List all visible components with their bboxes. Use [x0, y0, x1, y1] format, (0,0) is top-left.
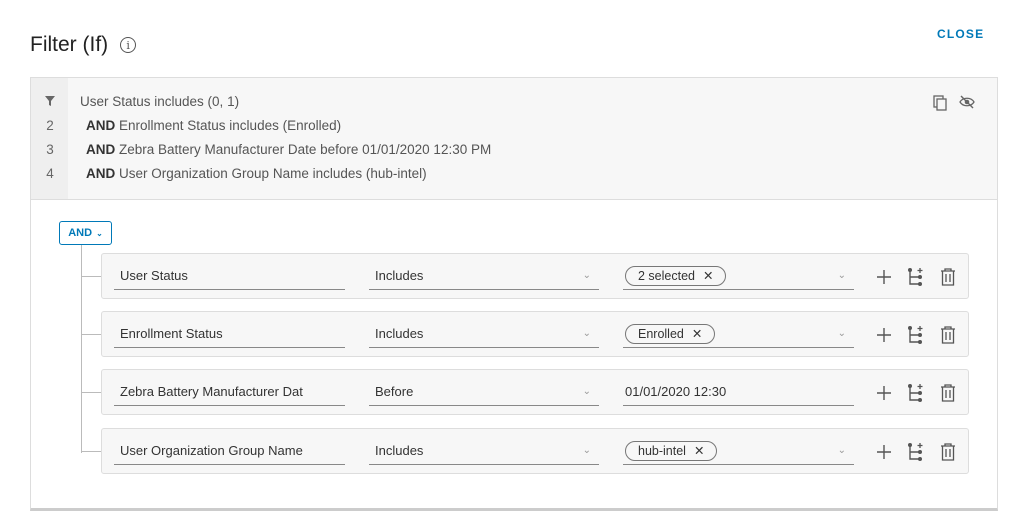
logic-operator-dropdown[interactable]: AND ⌄	[59, 221, 112, 245]
add-icon[interactable]	[874, 324, 894, 346]
attribute-input[interactable]: Zebra Battery Manufacturer Dat	[114, 380, 345, 406]
operator-value: Includes	[375, 268, 424, 283]
summary-text: User Organization Group Name includes (h…	[115, 166, 427, 181]
chevron-down-icon: ⌄	[837, 328, 846, 339]
and-keyword: AND	[86, 142, 116, 157]
info-icon[interactable]: i	[120, 37, 137, 53]
operator-label: AND	[68, 227, 93, 239]
chevron-down-icon: ⌄	[96, 228, 103, 238]
add-icon[interactable]	[874, 382, 894, 404]
attribute-input[interactable]: User Organization Group Name	[114, 439, 345, 465]
chip-label: Enrolled	[638, 327, 684, 341]
operator-select[interactable]: Includes ⌄	[369, 264, 599, 290]
line-number: 3	[46, 142, 54, 157]
copy-icon[interactable]	[933, 95, 947, 116]
value-chip: hub-intel ✕	[625, 441, 718, 461]
and-keyword: AND	[86, 118, 116, 133]
trash-icon[interactable]	[938, 441, 958, 463]
attribute-input[interactable]: Enrollment Status	[114, 322, 345, 348]
filter-summary: User Status includes (0, 1) 2 AND Enroll…	[31, 78, 997, 200]
close-button[interactable]: CLOSE	[937, 27, 984, 41]
chevron-down-icon: ⌄	[837, 270, 846, 281]
chevron-down-icon: ⌄	[582, 445, 591, 456]
tree-connector	[81, 451, 101, 452]
value-input[interactable]: hub-intel ✕ ⌄	[623, 439, 854, 465]
summary-text: User Status includes (0, 1)	[80, 94, 240, 109]
value-chip: 2 selected ✕	[625, 266, 727, 286]
add-nested-rule-icon[interactable]	[906, 441, 926, 463]
tree-connector	[81, 276, 101, 277]
rule-row: Enrollment Status Includes ⌄ Enrolled ✕ ⌄	[101, 311, 969, 357]
operator-value: Includes	[375, 326, 424, 341]
trash-icon[interactable]	[938, 382, 958, 404]
add-nested-rule-icon[interactable]	[906, 324, 926, 346]
filter-icon	[45, 92, 55, 112]
rule-row: User Status Includes ⌄ 2 selected ✕ ⌄	[101, 253, 969, 299]
chevron-down-icon: ⌄	[582, 270, 591, 281]
add-nested-rule-icon[interactable]	[906, 382, 926, 404]
operator-select[interactable]: Includes ⌄	[369, 322, 599, 348]
add-nested-rule-icon[interactable]	[906, 266, 926, 288]
filter-panel: User Status includes (0, 1) 2 AND Enroll…	[30, 77, 998, 511]
chevron-down-icon: ⌄	[837, 445, 846, 456]
attribute-input[interactable]: User Status	[114, 264, 345, 290]
chevron-down-icon: ⌄	[582, 328, 591, 339]
add-icon[interactable]	[874, 266, 894, 288]
value-input[interactable]: Enrolled ✕ ⌄	[623, 322, 854, 348]
summary-text: Enrollment Status includes (Enrolled)	[115, 118, 342, 133]
operator-select[interactable]: Includes ⌄	[369, 439, 599, 465]
chevron-down-icon: ⌄	[582, 386, 591, 397]
add-icon[interactable]	[874, 441, 894, 463]
tree-connector	[81, 334, 101, 335]
value-input[interactable]: 01/01/2020 12:30	[623, 380, 854, 406]
rule-row: User Organization Group Name Includes ⌄ h…	[101, 428, 969, 474]
and-keyword: AND	[86, 166, 116, 181]
value-text: 01/01/2020 12:30	[625, 384, 727, 399]
title-text: Filter (If)	[30, 33, 109, 56]
operator-value: Includes	[375, 443, 424, 458]
chip-label: hub-intel	[638, 444, 686, 458]
trash-icon[interactable]	[938, 324, 958, 346]
remove-chip-icon[interactable]: ✕	[694, 442, 704, 460]
trash-icon[interactable]	[938, 266, 958, 288]
line-number: 2	[46, 118, 54, 133]
value-input[interactable]: 2 selected ✕ ⌄	[623, 264, 854, 290]
operator-select[interactable]: Before ⌄	[369, 380, 599, 406]
rule-row: Zebra Battery Manufacturer Dat Before ⌄ 0…	[101, 369, 969, 415]
summary-text: Zebra Battery Manufacturer Date before 0…	[115, 142, 492, 157]
remove-chip-icon[interactable]: ✕	[703, 267, 713, 285]
page-title: Filter (If) i	[30, 33, 137, 57]
remove-chip-icon[interactable]: ✕	[692, 325, 702, 343]
eye-hide-icon[interactable]	[959, 95, 975, 116]
operator-value: Before	[375, 384, 414, 399]
value-chip: Enrolled ✕	[625, 324, 716, 344]
chip-label: 2 selected	[638, 269, 695, 283]
tree-connector	[81, 392, 101, 393]
line-number: 4	[46, 166, 54, 181]
